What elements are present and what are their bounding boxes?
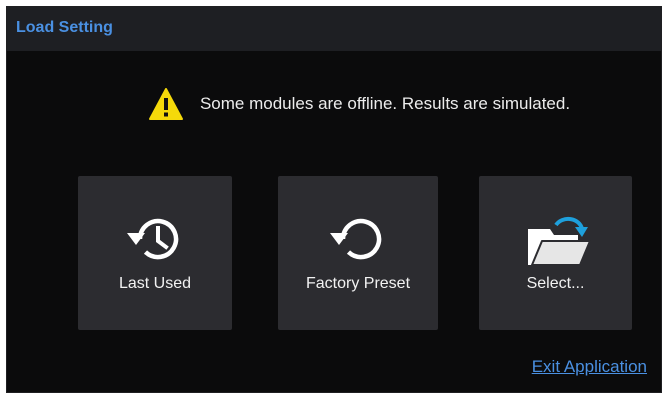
load-setting-dialog: Load Setting Some modules are offline. R… — [6, 6, 662, 393]
warning-text: Some modules are offline. Results are si… — [199, 94, 571, 113]
warning-message: Some modules are offline. Results are si… — [7, 85, 661, 123]
last-used-label: Last Used — [118, 275, 192, 292]
factory-preset-label: Factory Preset — [305, 275, 411, 292]
warning-triangle-icon — [148, 88, 183, 120]
open-folder-icon — [527, 216, 591, 266]
last-used-button[interactable]: Last Used — [78, 176, 232, 330]
select-file-label: Select... — [526, 275, 585, 292]
exit-application-link[interactable]: Exit Application — [532, 357, 647, 377]
reset-arrow-icon — [330, 218, 382, 260]
select-file-button[interactable]: Select... — [479, 176, 632, 330]
dialog-title: Load Setting — [16, 19, 113, 36]
history-clock-icon — [127, 218, 179, 260]
dialog-titlebar: Load Setting — [7, 7, 661, 51]
factory-preset-button[interactable]: Factory Preset — [278, 176, 438, 330]
